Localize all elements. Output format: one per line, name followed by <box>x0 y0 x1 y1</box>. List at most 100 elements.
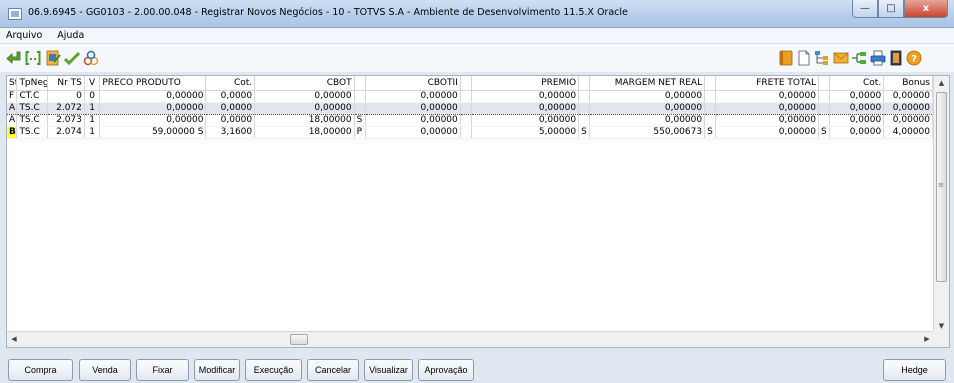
cell-cot2: 0,0000 <box>829 102 885 115</box>
col-cot2[interactable]: Cot. <box>829 76 885 91</box>
scrollbar-corner <box>933 331 949 347</box>
cell-cot2: 0,0000 <box>829 126 885 139</box>
hedge-button[interactable]: Hedge <box>883 359 946 381</box>
cell-cbotii-flag <box>460 114 472 127</box>
cell-bonus: 4,00000 <box>883 126 933 139</box>
cell-cbot-flag <box>354 102 366 115</box>
menu-ajuda[interactable]: Ajuda <box>51 28 90 41</box>
cell-tpneg: TS.C <box>16 102 49 115</box>
deals-table: St TpNeg Nr TS V PRECO PRODUTO Cot. CBOT… <box>7 76 933 139</box>
tree-icon[interactable] <box>814 50 830 66</box>
grip-icon: ≡ <box>938 181 944 189</box>
bracket-icon[interactable] <box>25 50 41 66</box>
cell-cbotii: 0,00000 <box>365 102 461 115</box>
cell-frete: 0,00000 <box>715 90 819 103</box>
visualizar-button[interactable]: Visualizar <box>364 359 413 381</box>
scroll-up-arrow-icon[interactable]: ▲ <box>934 76 949 90</box>
check-icon[interactable] <box>64 50 80 66</box>
cell-v: 1 <box>84 126 101 139</box>
col-frete[interactable]: FRETE TOTAL <box>715 76 819 91</box>
col-cbot[interactable]: CBOT <box>254 76 355 91</box>
cell-premio-flag <box>578 114 591 127</box>
col-cbot-flag <box>354 76 366 91</box>
cell-premio-flag: S <box>578 126 591 139</box>
title-bar: 06.9.6945 - GG0103 - 2.00.00.048 - Regis… <box>0 0 954 28</box>
cell-cbot-flag <box>354 90 366 103</box>
col-tpneg[interactable]: TpNeg <box>16 76 49 91</box>
window-title: 06.9.6945 - GG0103 - 2.00.00.048 - Regis… <box>28 7 628 18</box>
toolbar: ? <box>0 44 954 72</box>
mail-icon[interactable] <box>833 50 849 66</box>
edit-document-icon[interactable] <box>45 50 61 66</box>
cell-frete-flag: S <box>818 126 831 139</box>
cell-frete: 0,00000 <box>715 114 819 127</box>
horizontal-scroll-thumb[interactable] <box>290 334 308 345</box>
cell-st: B <box>7 126 18 139</box>
col-v[interactable]: V <box>84 76 101 91</box>
exit-icon[interactable] <box>6 50 22 66</box>
cell-premio: 0,00000 <box>471 114 580 127</box>
col-bonus[interactable]: Bonus <box>883 76 933 91</box>
cell-bonus: 0,00000 <box>883 114 933 127</box>
menu-arquivo[interactable]: Arquivo <box>0 28 48 41</box>
scroll-left-arrow-icon[interactable]: ◀ <box>7 332 21 347</box>
venda-button[interactable]: Venda <box>79 359 131 381</box>
cell-nrts: 0 <box>47 90 85 103</box>
col-premio[interactable]: PREMIO <box>471 76 580 91</box>
modificar-button[interactable]: Modificar <box>194 359 240 381</box>
cell-tpneg: TS.C <box>16 114 49 127</box>
cell-frete-flag <box>818 90 831 103</box>
cell-margem-flag <box>704 102 717 115</box>
vertical-scrollbar[interactable]: ▲ ≡ ▼ <box>933 76 949 333</box>
cell-cot2: 0,0000 <box>829 114 885 127</box>
execucao-button[interactable]: Execução <box>245 359 302 381</box>
cell-tpneg: CT.C <box>16 90 49 103</box>
col-premio-flag <box>578 76 591 91</box>
cell-cbot: 18,00000 <box>254 114 355 127</box>
table-row[interactable]: B TS.C 2.074 1 59,00000 S 3,1600 18,0000… <box>7 126 933 139</box>
col-margem-flag <box>704 76 717 91</box>
table-row-selected[interactable]: A TS.C 2.072 1 0,00000 0,0000 0,00000 0,… <box>7 102 933 115</box>
col-cot[interactable]: Cot. <box>205 76 256 91</box>
cell-premio: 0,00000 <box>471 90 580 103</box>
help-icon[interactable]: ? <box>906 50 922 66</box>
cell-cot: 0,0000 <box>205 102 256 115</box>
cell-margem: 0,00000 <box>589 90 706 103</box>
cell-nrts: 2.074 <box>47 126 85 139</box>
molecule-icon[interactable] <box>83 50 99 66</box>
cell-margem: 0,00000 <box>589 102 706 115</box>
new-page-icon[interactable] <box>796 50 812 66</box>
col-st[interactable]: St <box>7 76 18 91</box>
horizontal-scrollbar[interactable]: ◀ ▶ <box>7 331 934 347</box>
cell-st: F <box>7 90 18 103</box>
door-icon[interactable] <box>888 50 904 66</box>
print-icon[interactable] <box>870 50 886 66</box>
table-row[interactable]: F CT.C 0 0 0,00000 0,0000 0,00000 0,0000… <box>7 90 933 103</box>
book-icon[interactable] <box>778 50 794 66</box>
cell-cot: 3,1600 <box>205 126 256 139</box>
cell-premio: 5,00000 <box>471 126 580 139</box>
cell-cot2: 0,0000 <box>829 90 885 103</box>
cell-nrts: 2.072 <box>47 102 85 115</box>
col-nrts[interactable]: Nr TS <box>47 76 85 91</box>
col-margem[interactable]: MARGEM NET REAL <box>589 76 706 91</box>
fixar-button[interactable]: Fixar <box>136 359 189 381</box>
compra-button[interactable]: Compra <box>8 359 73 381</box>
table-row[interactable]: A TS.C 2.073 1 0,00000 0,0000 18,00000 S… <box>7 114 933 127</box>
cell-cbot: 0,00000 <box>254 90 355 103</box>
cell-premio: 0,00000 <box>471 102 580 115</box>
grid-header: St TpNeg Nr TS V PRECO PRODUTO Cot. CBOT… <box>7 76 933 91</box>
close-button[interactable]: x <box>904 0 948 18</box>
col-preco-produto[interactable]: PRECO PRODUTO <box>99 76 207 91</box>
col-cbotii[interactable]: CBOTII <box>365 76 461 91</box>
cell-cot: 0,0000 <box>205 114 256 127</box>
minimize-button[interactable]: — <box>852 0 878 18</box>
cell-preco: 0,00000 <box>99 90 207 103</box>
deals-grid[interactable]: St TpNeg Nr TS V PRECO PRODUTO Cot. CBOT… <box>6 75 950 348</box>
svg-text:?: ? <box>911 54 917 65</box>
scroll-right-arrow-icon[interactable]: ▶ <box>920 332 934 347</box>
maximize-button[interactable]: □ <box>878 0 904 18</box>
aprovacao-button[interactable]: Aprovação <box>418 359 474 381</box>
network-icon[interactable] <box>851 50 867 66</box>
cancelar-button[interactable]: Cancelar <box>307 359 359 381</box>
